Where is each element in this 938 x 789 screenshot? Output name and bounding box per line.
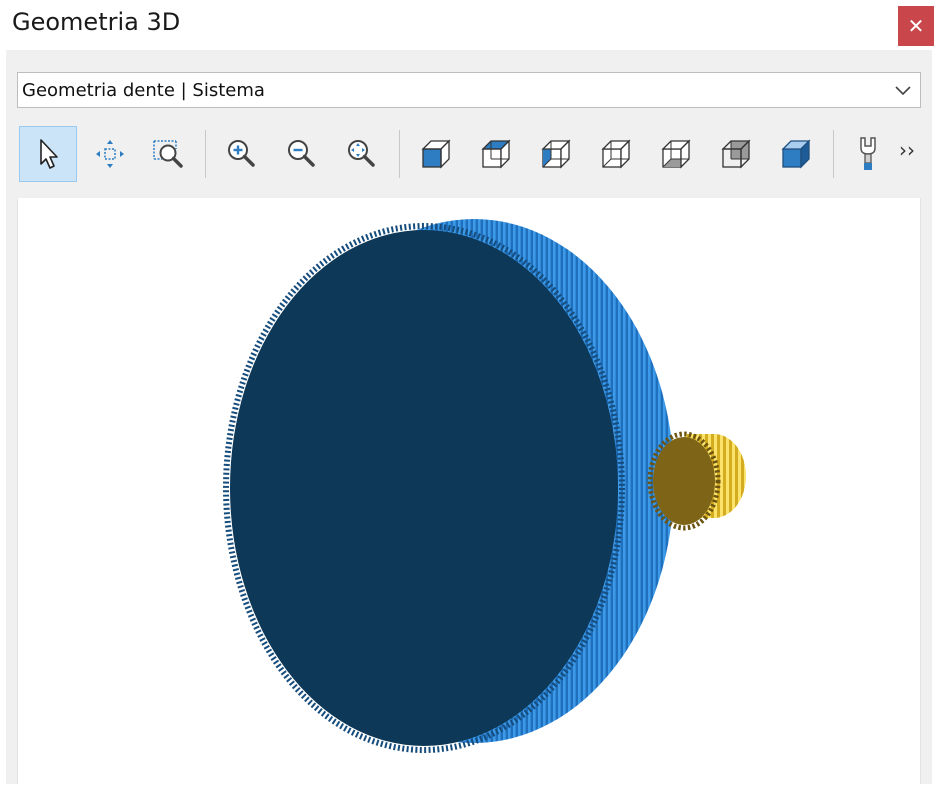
gear-3d-render [223, 219, 746, 753]
zoom-window-icon [153, 140, 183, 168]
content-panel: Geometria dente | Sistema ›› [6, 50, 932, 784]
view-front-button[interactable] [407, 126, 465, 182]
toolbar-separator [833, 130, 834, 178]
view-back-button[interactable] [707, 126, 765, 182]
pan-icon [96, 140, 124, 168]
pan-tool-button[interactable] [81, 126, 139, 182]
zoom-extents-icon [348, 140, 375, 167]
zoom-in-icon [228, 140, 255, 167]
zoom-window-button[interactable] [139, 126, 197, 182]
view-top-icon [481, 139, 511, 169]
zoom-extents-button[interactable] [333, 126, 391, 182]
view-back-icon [721, 139, 751, 169]
3d-viewport[interactable] [17, 198, 921, 784]
zoom-out-button[interactable] [273, 126, 331, 182]
settings-button[interactable] [839, 126, 897, 182]
toolbar-separator [399, 130, 400, 178]
view-isometric-icon [781, 139, 811, 169]
view-toolbar: ›› [17, 122, 921, 186]
view-left-icon [541, 139, 571, 169]
select-pointer-icon [40, 139, 58, 169]
view-top-button[interactable] [467, 126, 525, 182]
view-left-button[interactable] [527, 126, 585, 182]
large-gear-face [230, 230, 618, 746]
small-gear-face [653, 437, 715, 525]
view-right-button[interactable] [587, 126, 645, 182]
settings-wrench-icon [860, 137, 876, 170]
close-button[interactable]: ✕ [898, 6, 934, 46]
zoom-in-button[interactable] [213, 126, 271, 182]
view-right-icon [601, 139, 631, 169]
chevron-down-icon [895, 86, 911, 96]
zoom-out-icon [288, 140, 315, 167]
view-isometric-button[interactable] [767, 126, 825, 182]
title-bar: Geometria 3D ✕ [0, 0, 938, 50]
toolbar-separator [205, 130, 206, 178]
toolbar-overflow-button[interactable]: ›› [899, 138, 915, 162]
select-tool-button[interactable] [19, 126, 77, 182]
view-bottom-icon [661, 139, 691, 169]
view-front-icon [421, 139, 451, 169]
view-bottom-button[interactable] [647, 126, 705, 182]
geometry-selector-value: Geometria dente | Sistema [22, 80, 265, 101]
geometry-selector-dropdown[interactable]: Geometria dente | Sistema [17, 72, 921, 108]
window-title: Geometria 3D [12, 8, 181, 36]
